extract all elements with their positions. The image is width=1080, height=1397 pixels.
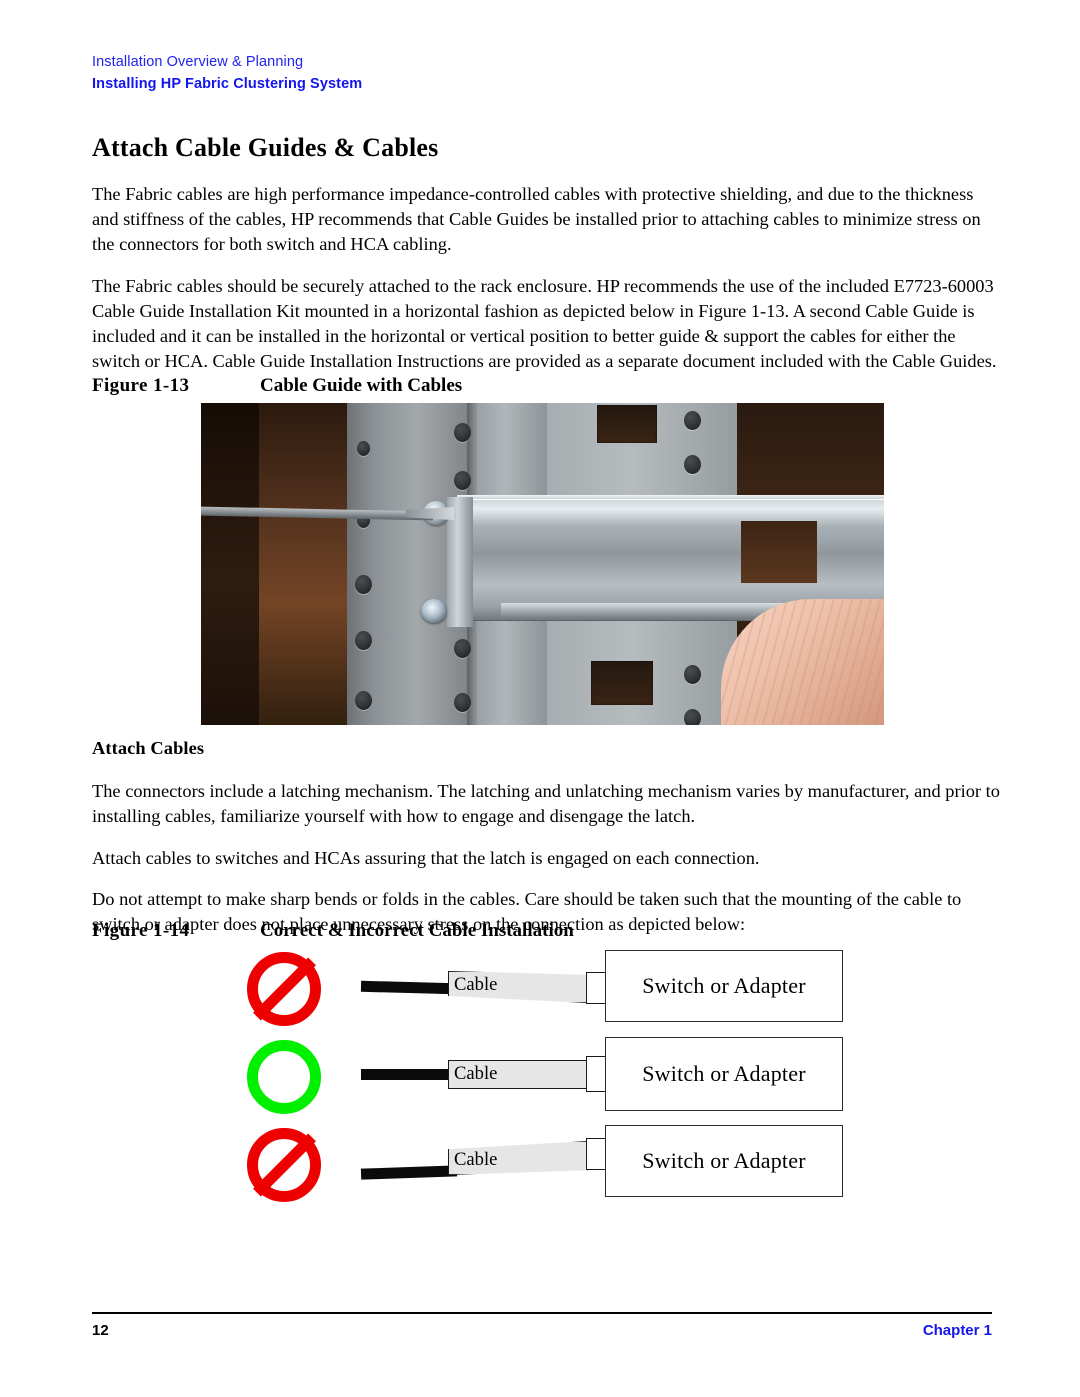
figure-1-14-number: Figure 1-14 xyxy=(92,920,190,941)
figure-1-13-caption: Figure 1-13 Cable Guide with Cables xyxy=(92,375,462,397)
photo-rack-hole xyxy=(684,455,701,474)
photo-rack-hole xyxy=(357,441,370,456)
cable-plug xyxy=(586,1138,606,1170)
cable-plug xyxy=(586,1056,606,1092)
cable-connector-label: Cable xyxy=(454,1063,498,1084)
device-box-label: Switch or Adapter xyxy=(642,973,806,998)
photo-rack-square-hole xyxy=(597,405,657,443)
document-page: Installation Overview & Planning Install… xyxy=(0,0,1080,1397)
diagram-row-correct-straight: Cable Switch or Adapter xyxy=(243,1035,843,1123)
figure-1-14-caption: Figure 1-14 Correct & Incorrect Cable Ins… xyxy=(92,920,574,942)
diagram-row-incorrect-down: Cable Switch or Adapter xyxy=(243,947,843,1035)
diagram-row-incorrect-up: Cable Switch or Adapter xyxy=(243,1123,843,1211)
intro-text-block: The Fabric cables are high performance i… xyxy=(92,182,1004,374)
photo-brown-backdrop xyxy=(259,403,347,725)
photo-rack-hole xyxy=(684,411,701,430)
photo-rack-square-hole xyxy=(591,661,653,705)
footer-chapter-label: Chapter 1 xyxy=(922,1322,992,1339)
cable-line xyxy=(360,980,456,995)
running-header: Installation Overview & Planning Install… xyxy=(92,52,992,94)
figure-1-14-diagram: Cable Switch or Adapter Cable Switch or … xyxy=(243,947,843,1213)
cable-connector: Cable xyxy=(448,1141,588,1175)
cable-connector-label: Cable xyxy=(454,974,498,995)
cable-line xyxy=(360,1165,458,1180)
photo-rack-hole xyxy=(454,423,471,442)
photo-rack-hole xyxy=(684,709,701,725)
device-box: Switch or Adapter xyxy=(605,950,843,1022)
paragraph-3: The connectors include a latching mechan… xyxy=(92,781,1000,827)
device-box: Switch or Adapter xyxy=(605,1125,843,1197)
cable-connector-label: Cable xyxy=(454,1149,498,1170)
figure-1-13-title: Cable Guide with Cables xyxy=(260,375,463,396)
paragraph-2: The Fabric cables should be securely att… xyxy=(92,275,997,372)
cable-line xyxy=(361,1069,459,1080)
cable-plug xyxy=(586,972,606,1004)
paragraph-1: The Fabric cables are high performance i… xyxy=(92,184,981,255)
photo-rack-hole xyxy=(454,639,471,658)
subheading-attach-cables: Attach Cables xyxy=(92,738,205,758)
circle-icon xyxy=(247,1040,321,1114)
paragraph-4: Attach cables to switches and HCAs assur… xyxy=(92,847,760,868)
circle-icon-ring xyxy=(247,1040,321,1114)
prohibited-icon xyxy=(247,952,321,1026)
attach-cables-section: Attach Cables The connectors include a l… xyxy=(92,736,1004,937)
photo-rack-hole xyxy=(684,665,701,684)
figure-1-13-number: Figure 1-13 xyxy=(92,375,190,396)
figure-1-14-title: Correct & Incorrect Cable Installation xyxy=(260,920,574,941)
photo-rack-hole xyxy=(355,631,372,650)
prohibited-icon xyxy=(247,1128,321,1202)
footer-divider xyxy=(92,1312,992,1314)
photo-dark-panel-left xyxy=(201,403,259,725)
running-header-document-title: Installing HP Fabric Clustering System xyxy=(92,76,363,92)
photo-rack-hole xyxy=(355,691,372,710)
photo-rack-hole xyxy=(454,693,471,712)
device-box-label: Switch or Adapter xyxy=(642,1061,806,1086)
photo-rack-hole xyxy=(454,471,471,490)
photo-screw-lower xyxy=(421,599,447,623)
photo-cable-guide-bar-cutout xyxy=(741,521,817,583)
device-box-label: Switch or Adapter xyxy=(642,1148,806,1173)
cable-connector: Cable xyxy=(448,1060,588,1089)
page-title: Attach Cable Guides & Cables xyxy=(92,133,439,162)
device-box: Switch or Adapter xyxy=(605,1037,843,1111)
photo-rack-hole xyxy=(355,575,372,594)
figure-1-13-photograph xyxy=(201,403,884,725)
cable-connector: Cable xyxy=(448,971,588,1003)
footer-page-number: 12 xyxy=(92,1322,109,1339)
running-header-section: Installation Overview & Planning xyxy=(92,54,304,70)
